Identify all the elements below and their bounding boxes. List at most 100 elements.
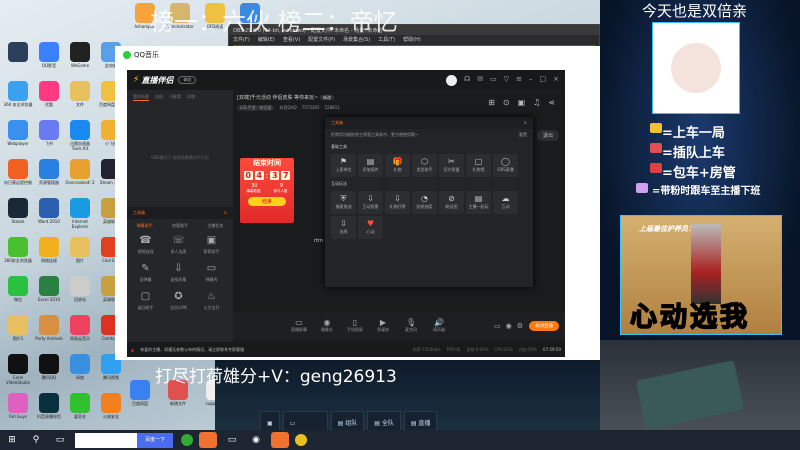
desktop-icon[interactable]: 迅雷加速器 Tools Kit [65,120,95,151]
category-tag[interactable]: LOL手游 - 峡谷面 [237,105,275,111]
desktop-icon[interactable]: 图片 [65,237,95,263]
scene-tab[interactable]: 玫瑰 [187,94,195,101]
edit-title-button[interactable]: 修改 [319,95,334,100]
close-live-button[interactable]: 关闭直播 [529,320,559,331]
maximize-icon[interactable]: □ [540,75,547,86]
popup-tool-item[interactable]: ⇩ 连线 [331,216,356,239]
settings-icon[interactable]: ⚙ [517,322,523,330]
desktop-icon[interactable]: QQ影音 [34,42,64,68]
end-button[interactable]: 结束 [248,197,286,206]
taskbar-video-icon[interactable]: ▭ [223,432,241,448]
popup-tool-item[interactable]: ♥ 心动 [358,216,383,239]
left-tool-item[interactable]: ♨ 火力全开 [195,291,228,319]
bottom-tool[interactable]: ◉ 摄像头 [316,318,338,333]
desktop-icon[interactable]: 爱奇艺 [65,393,95,419]
left-tool-item[interactable]: ✎ 设弹幕 [129,263,162,291]
desktop-icon[interactable]: 火绒安全 [96,393,126,419]
exit-button[interactable]: 退出 [536,130,559,141]
scene-tab[interactable]: 可能我 [169,94,181,101]
desktop-icon[interactable]: 网络连接 [34,237,64,263]
desktop-icon[interactable]: 飞书 [34,120,64,146]
chat-icon[interactable]: ▭ [490,75,497,86]
menu-icon[interactable]: ≡ [516,75,522,86]
scene-tab[interactable]: 我的场景 [133,94,149,101]
desktop-icon[interactable]: 网络 [65,354,95,380]
popup-tool-item[interactable]: ◯ OBS直播 [493,154,518,177]
desktop-icon[interactable]: Overcooked! 2 [65,159,95,185]
share-icon[interactable]: ⋖ [548,98,555,107]
lock-icon[interactable]: ⊙ [503,98,510,107]
popup-tool-item[interactable]: ✂ 官方帮盟 [439,154,464,177]
taskbar-qqmusic-icon[interactable] [295,434,308,446]
desktop-icon[interactable]: 回收站 [65,276,95,302]
desktop-icon[interactable]: Party Animals [34,315,64,341]
desktop-icon[interactable]: 文件 [65,81,95,107]
scene-tab[interactable]: 自由 [155,94,163,101]
task-view-icon[interactable]: ▭ [51,432,69,448]
desktop-icon[interactable]: 向日葵远程控制 [3,159,33,185]
popup-tool-item[interactable]: ▤ 主播一起玩 [466,191,491,214]
desktop-icon[interactable]: Internet Explorer [65,198,95,229]
popup-tool-item[interactable]: ⇩ 互动投票 [358,191,383,214]
left-tool-item[interactable]: ✪ 全民乐PK [162,291,195,319]
popup-tool-item[interactable]: ▢ 礼物墙 [466,154,491,177]
search-input[interactable] [75,432,137,448]
left-tool-item[interactable]: ☏ 多人连麦 [162,235,195,263]
taskbar-360-icon[interactable] [181,434,194,446]
desktop-icon[interactable]: Corel VideoStudio [3,354,33,385]
toolbox-toggle-icon[interactable]: ⊖ [224,210,227,216]
layout-icon[interactable]: ▣ [518,98,526,107]
desktop-icon[interactable]: Webplayer [3,120,33,146]
desktop-icon[interactable]: Word 2010 [34,198,64,224]
eye-icon[interactable]: ◉ [506,322,512,330]
desktop-icon[interactable]: 微信 [3,276,33,302]
trial-badge[interactable]: 体验 [178,76,197,84]
shirt-icon[interactable]: ▽ [504,75,509,86]
record-icon[interactable]: ▭ [494,322,501,330]
headset-icon[interactable]: ☊ [464,75,470,86]
left-tool-item[interactable]: ▢ 姿回助手 [129,291,162,319]
popup-tool-item[interactable]: ▤ 添加插件 [358,154,383,177]
popup-tool-item[interactable]: ⇩ 礼物打榜 [385,191,410,214]
message-icon[interactable]: ✉ [477,75,483,86]
bell-icon[interactable]: ♫ [533,98,540,107]
bottom-tool[interactable]: 🎙 麦克风 [400,318,422,333]
desktop-icon[interactable]: 图片1 [3,315,33,341]
toolbox-tab[interactable]: 房管助手 [172,223,188,229]
bottom-tool[interactable]: ▯ 手机投屏 [344,318,366,333]
desktop-icon[interactable]: 360 安全浏览器 [3,81,33,107]
left-tool-item[interactable]: ▣ 帮帮助手 [195,235,228,263]
popup-tool-item[interactable]: ⬡ 发货助手 [412,154,437,177]
taskbar-app-icon[interactable] [199,432,218,448]
desktop-icon[interactable]: Excel 2010 [34,276,64,302]
left-tool-item[interactable]: ⇩ 虚拟形象 [162,263,195,291]
bottom-tool[interactable]: 🔊 扬声器 [428,318,450,333]
baidu-search-button[interactable]: 百度一下 [137,432,174,448]
desktop-icon[interactable]: 百度网盘 [125,380,155,406]
desktop-icon[interactable]: Fall Guys [3,393,33,419]
bottom-tool[interactable]: ▶ 多媒体 [372,318,394,333]
popup-close-icon[interactable]: × [524,120,527,126]
desktop-icon[interactable]: 优酷 [34,81,64,107]
search-icon[interactable]: ⚲ [27,432,45,448]
popup-tool-item[interactable]: 🎁 礼物 [385,154,410,177]
desktop-icon[interactable]: 网易云音乐 [65,315,95,341]
start-icon[interactable]: ⊞ [3,432,21,448]
desktop-icon[interactable]: 抖音直播伴侣 [34,393,64,419]
close-icon[interactable]: × [553,75,559,86]
toolbox-tab[interactable]: 弹幕助手 [137,223,153,229]
obs-menu-item[interactable]: 帮助(H) [403,36,421,43]
bottom-tool[interactable]: ▭ 直播屏幕 [288,318,310,333]
reset-button[interactable]: 重置 [519,132,527,138]
toolbox-tab[interactable]: 主播任务 [207,223,223,229]
popup-tool-item[interactable]: ☁ 互动 [493,191,518,214]
left-tool-item[interactable]: ▭ 弹幕秀 [195,263,228,291]
gift-icon[interactable]: ⊞ [488,98,495,107]
desktop-icon[interactable]: 资源管理器 [34,159,64,185]
taskbar-obs-icon[interactable]: ◉ [247,432,265,448]
desktop-icon[interactable]: 360安全浏览器 [3,237,33,263]
popup-tool-item[interactable]: ⛨ 福星热战 [331,191,356,214]
desktop-icon[interactable]: WeGame [65,42,95,68]
desktop-icon[interactable] [3,42,33,63]
left-tool-item[interactable]: ☎ 视频连线 [129,235,162,263]
